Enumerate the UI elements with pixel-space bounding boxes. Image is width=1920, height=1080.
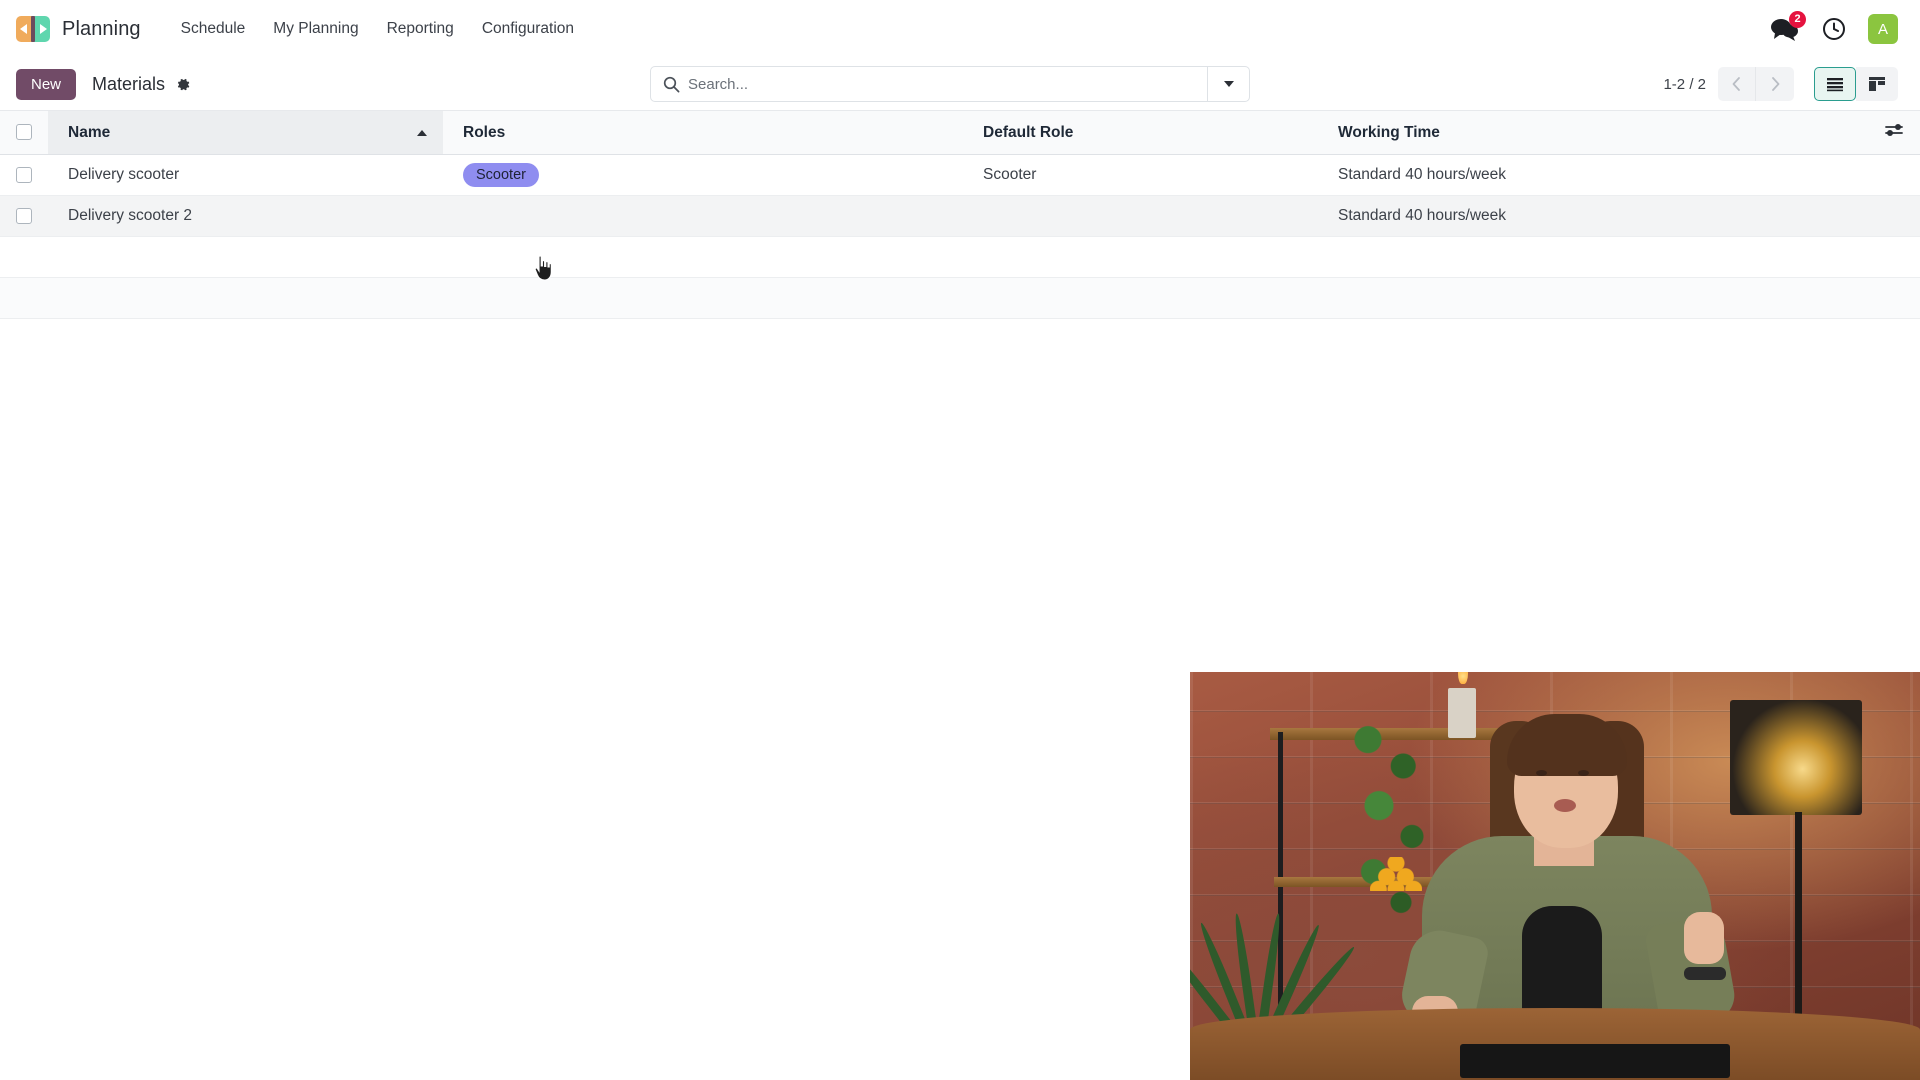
column-header-default-role-label: Default Role [983,123,1074,141]
keyboard [1460,1044,1730,1078]
nav-item-my-planning[interactable]: My Planning [259,12,372,46]
previous-page-button[interactable] [1718,67,1756,101]
nav-item-configuration[interactable]: Configuration [468,12,588,46]
column-header-default-role[interactable]: Default Role [963,110,1318,155]
column-header-working-time[interactable]: Working Time [1318,110,1848,155]
column-header-name[interactable]: Name [48,110,443,155]
filler-cell [443,236,963,278]
cell-working-time[interactable]: Standard 40 hours/week [1318,154,1848,196]
control-panel-right: 1-2 / 2 [1663,67,1898,101]
filler-cell [1318,277,1848,319]
table-row[interactable]: Delivery scooter Scooter Scooter Standar… [0,154,1920,196]
chevron-left-icon [1732,77,1740,91]
cell-roles[interactable] [443,195,963,237]
activities-button[interactable] [1822,17,1846,41]
row-default-role-text: Scooter [983,166,1037,183]
table-header: Name Roles Default Role Working Time [0,110,1920,155]
page-title: Materials [92,73,166,94]
brand-name: Planning [62,17,141,40]
cell-name[interactable]: Delivery scooter 2 [48,195,443,237]
row-name-text: Delivery scooter [68,166,180,183]
row-working-time-text: Standard 40 hours/week [1338,166,1507,183]
select-all-header [0,110,48,155]
search-bar[interactable] [650,66,1250,102]
search-icon [651,76,688,93]
row-checkbox[interactable] [16,207,32,224]
table-row[interactable]: Delivery scooter 2 Standard 40 hours/wee… [0,195,1920,237]
cell-name[interactable]: Delivery scooter [48,154,443,196]
column-header-roles-label: Roles [463,123,506,141]
lamp-pole [1795,812,1802,1042]
cell-spacer [1848,195,1920,237]
column-header-working-time-label: Working Time [1338,123,1440,141]
nav-menu: Schedule My Planning Reporting Configura… [167,12,588,46]
filler-cell [0,236,48,278]
breadcrumb: Materials [92,74,190,95]
chevron-right-icon [1771,77,1779,91]
new-button[interactable]: New [16,68,77,100]
pager-buttons [1718,67,1794,101]
search-input[interactable] [688,67,1207,101]
top-navbar: Planning Schedule My Planning Reporting … [0,0,1920,58]
chevron-down-icon [1223,81,1234,87]
avatar[interactable]: A [1868,14,1898,44]
filler-cell [1848,277,1920,319]
nav-right-tools: 2 A [1770,11,1898,44]
nav-item-schedule[interactable]: Schedule [167,12,260,46]
row-checkbox[interactable] [16,166,32,183]
select-all-checkbox[interactable] [16,124,32,141]
table-header-row: Name Roles Default Role Working Time [0,110,1920,155]
row-name-text: Delivery scooter 2 [68,207,193,224]
table-filler-row [0,236,1920,278]
list-view-icon [1827,77,1843,91]
messages-button[interactable]: 2 [1770,11,1806,42]
brand[interactable]: Planning [16,16,141,42]
search-dropdown-toggle[interactable] [1207,67,1249,101]
row-working-time-text: Standard 40 hours/week [1338,207,1507,224]
pager-range: 1-2 / 2 [1663,75,1706,93]
cell-default-role[interactable]: Scooter [963,154,1318,196]
cell-roles[interactable]: Scooter [443,154,963,196]
column-header-name-label: Name [68,123,111,141]
cell-spacer [1848,154,1920,196]
messages-badge: 2 [1789,11,1806,28]
kanban-view-button[interactable] [1856,67,1898,101]
view-switcher [1814,67,1898,101]
filler-cell [1848,236,1920,278]
sliders-icon[interactable] [1858,121,1910,139]
control-panel: New Materials 1-2 / 2 [0,58,1920,110]
row-select-cell [0,195,48,237]
nav-item-reporting[interactable]: Reporting [373,12,468,46]
kanban-view-icon [1869,77,1885,91]
table-filler-row [0,277,1920,319]
table-body: Delivery scooter Scooter Scooter Standar… [0,154,1920,319]
materials-table: Name Roles Default Role Working Time Del… [0,110,1920,319]
role-badge: Scooter [463,163,539,187]
lamp-shade [1730,700,1862,815]
filler-cell [0,277,48,319]
candle [1448,688,1476,738]
list-view-button[interactable] [1814,67,1856,101]
planning-logo-icon [16,16,50,42]
clock-icon [1823,18,1845,40]
row-default-role-text [973,207,983,224]
filler-cell [443,277,963,319]
optional-columns-header [1848,110,1920,155]
presenter [1397,714,1739,1031]
row-select-cell [0,154,48,196]
filler-cell [1318,236,1848,278]
filler-cell [963,236,1318,278]
filler-cell [48,277,443,319]
cell-default-role[interactable] [963,195,1318,237]
column-header-roles[interactable]: Roles [443,110,963,155]
presenter-video-overlay[interactable] [1190,672,1920,1080]
filler-cell [48,236,443,278]
next-page-button[interactable] [1756,67,1794,101]
gear-icon[interactable] [174,76,190,92]
cell-working-time[interactable]: Standard 40 hours/week [1318,195,1848,237]
sort-ascending-caret-icon [417,129,427,136]
filler-cell [963,277,1318,319]
